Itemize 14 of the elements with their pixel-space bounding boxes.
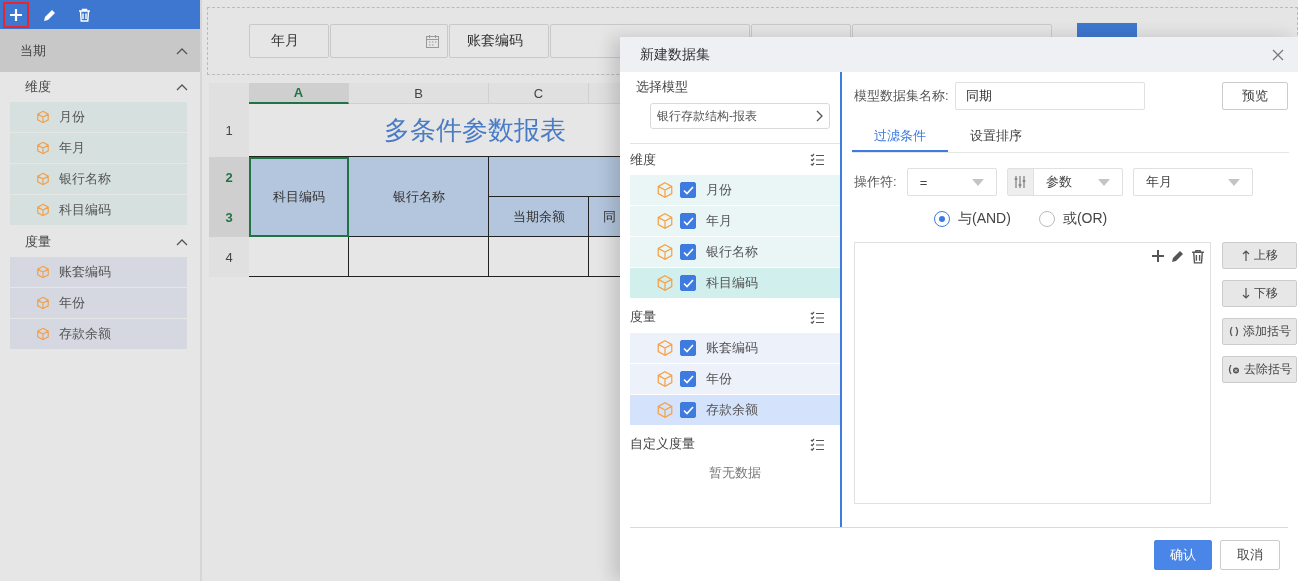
field-label: 操作符: (854, 173, 897, 191)
param-label: 年月 (249, 24, 329, 58)
field-label: 模型数据集名称: (854, 87, 949, 105)
section-label: 选择模型 (636, 79, 688, 94)
table-cell: 科目编码 (249, 157, 349, 237)
group-title: 度量 (25, 233, 51, 251)
group-title: 度量 (630, 308, 656, 326)
empty-text: 暂无数据 (709, 465, 761, 480)
group-title: 自定义度量 (630, 435, 695, 453)
table-cell: 银行名称 (349, 157, 489, 237)
table-cell: 当期余额 (489, 197, 589, 237)
group-title: 维度 (25, 78, 51, 96)
dialog-title: 新建数据集 (640, 45, 710, 64)
param-label: 账套编码 (449, 24, 549, 58)
